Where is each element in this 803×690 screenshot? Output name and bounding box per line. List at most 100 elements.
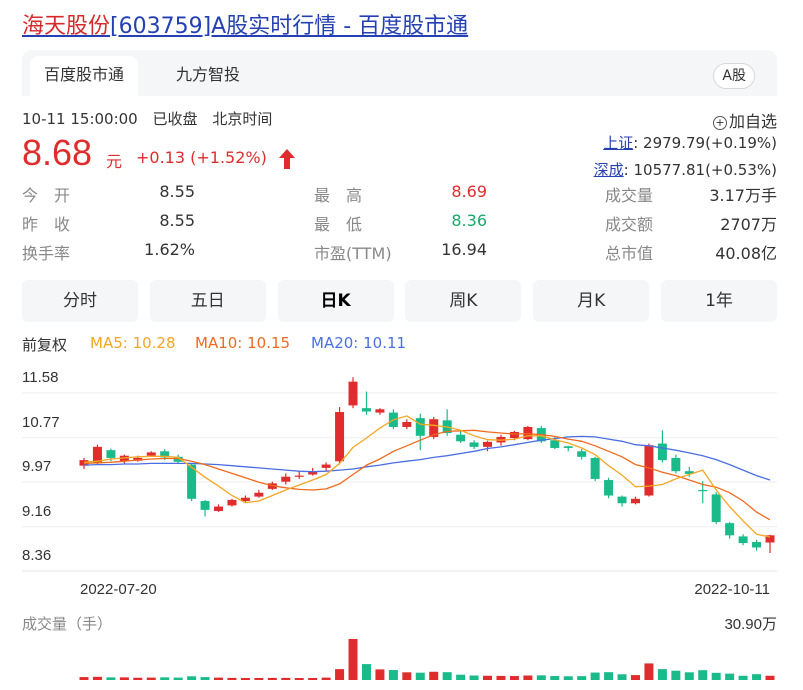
candle-body — [254, 492, 264, 497]
volume-bar — [429, 671, 439, 680]
price-change: +0.13 (+1.52%) — [136, 148, 267, 167]
ma5-legend: MA5: 10.28 — [90, 334, 176, 352]
y-tick-label: 11.58 — [22, 369, 58, 386]
volume-bar — [550, 676, 560, 680]
candle-body — [106, 450, 116, 458]
volume-bar — [442, 672, 452, 680]
add-watchlist-label: 加自选 — [728, 112, 777, 131]
period-tab[interactable]: 1年 — [661, 280, 777, 322]
candle-body — [577, 451, 587, 457]
candle-body — [630, 498, 640, 504]
y-tick-label: 9.97 — [22, 458, 51, 475]
volume-bar — [388, 670, 398, 680]
candle-body — [550, 440, 560, 448]
period-tab[interactable]: 周K — [405, 280, 522, 322]
stat-value: 1.62% — [144, 240, 195, 259]
candle-body — [725, 523, 735, 536]
volume-bar — [227, 677, 237, 680]
quote-time-info: 10-11 15:00:00 已收盘 北京时间 — [22, 108, 282, 129]
volume-bar — [415, 672, 425, 680]
period-tab[interactable]: 日K — [277, 280, 394, 322]
ma20-legend: MA20: 10.11 — [311, 334, 407, 352]
candle-body — [509, 431, 519, 439]
stat-label: 昨 收 — [22, 215, 71, 234]
add-watchlist-button[interactable]: + 加自选 — [712, 108, 777, 132]
x-tick-label: 2022-07-20 — [80, 581, 157, 598]
stat-value: 3.17万手 — [709, 186, 777, 205]
volume-bar — [160, 677, 170, 680]
volume-bar — [79, 677, 89, 680]
stat-label: 最 高 — [314, 186, 363, 205]
volume-bar — [240, 678, 250, 680]
page-title-link[interactable]: 海天股份[603759]A股实时行情 - 百度股市通 — [22, 8, 468, 40]
volume-bar — [752, 674, 762, 680]
candle-body — [469, 442, 479, 447]
timezone-label: 北京时间 — [212, 110, 273, 128]
volume-bar — [200, 677, 210, 680]
volume-bar — [146, 677, 156, 680]
price-unit: 元 — [106, 152, 123, 171]
candle-body — [604, 480, 614, 496]
candle-body — [375, 409, 385, 413]
candle-body — [321, 464, 331, 468]
candle-body — [657, 443, 667, 461]
index-shenzhen-value: : 10577.81(+0.53%) — [623, 161, 777, 179]
volume-bar — [335, 669, 345, 680]
index-shanghai-link[interactable]: 上证 — [603, 134, 633, 152]
candle-body — [617, 496, 627, 504]
index-shenzhen: 深成: 10577.81(+0.53%) — [594, 159, 777, 180]
candle-body — [671, 457, 681, 472]
y-tick-label: 9.16 — [22, 503, 51, 520]
quote-time: 10-11 15:00:00 — [22, 110, 138, 128]
volume-bar — [321, 677, 331, 680]
volume-bar — [496, 675, 506, 680]
y-tick-label: 8.36 — [22, 547, 51, 564]
volume-bar — [738, 675, 748, 680]
market-badge-button[interactable]: A股 — [713, 63, 755, 89]
stat-label: 市盈(TTM) — [314, 244, 392, 263]
y-tick-label: 10.77 — [22, 414, 60, 431]
kline-chart[interactable]: 11.58 10.77 9.97 9.16 8.36 2022-07-20 2022-10-… — [0, 360, 803, 690]
candle-body — [563, 446, 573, 448]
tab-baidu-stock[interactable]: 百度股市通 — [30, 56, 139, 96]
candle-body — [281, 476, 291, 482]
volume-bar — [375, 669, 385, 680]
candle-body — [402, 421, 412, 427]
volume-bar — [509, 676, 519, 680]
period-tab[interactable]: 五日 — [149, 280, 266, 322]
volume-bar — [361, 664, 371, 680]
candle-body — [200, 501, 210, 510]
volume-bar — [294, 678, 304, 680]
stat-label: 今 开 — [22, 186, 71, 205]
plus-circle-icon: + — [712, 116, 727, 130]
index-shenzhen-link[interactable]: 深成 — [594, 161, 624, 179]
stat-value: 16.94 — [441, 240, 487, 259]
volume-bar — [133, 677, 143, 680]
ma10-legend: MA10: 10.15 — [195, 334, 291, 352]
volume-bar — [173, 677, 183, 680]
volume-max-label: 30.90万 — [724, 616, 777, 633]
volume-bar — [267, 677, 277, 680]
period-tab[interactable]: 月K — [533, 280, 650, 322]
volume-bar — [765, 675, 775, 680]
index-shanghai-value: : 2979.79(+0.19%) — [633, 134, 777, 152]
candle-body — [214, 506, 224, 511]
candle-body — [698, 489, 708, 492]
stock-name: 海天股份 — [22, 14, 111, 39]
candle-body — [146, 452, 156, 456]
tab-jiufang[interactable]: 九方智投 — [162, 56, 254, 96]
period-tab[interactable]: 分时 — [22, 280, 138, 322]
volume-bar — [469, 675, 479, 680]
volume-bar — [119, 677, 129, 680]
stat-value: 8.69 — [451, 182, 487, 201]
volume-bar — [630, 675, 640, 680]
volume-bar — [657, 669, 667, 680]
stat-value: 2707万 — [720, 215, 777, 234]
volume-bar — [348, 639, 358, 680]
stat-label: 成交量 — [605, 186, 654, 205]
volume-bar — [523, 675, 533, 680]
volume-bar — [456, 674, 466, 680]
stat-value: 8.55 — [159, 211, 195, 230]
candle-body — [335, 412, 345, 462]
period-tabs: 分时 五日 日K 周K 月K 1年 — [22, 280, 777, 322]
